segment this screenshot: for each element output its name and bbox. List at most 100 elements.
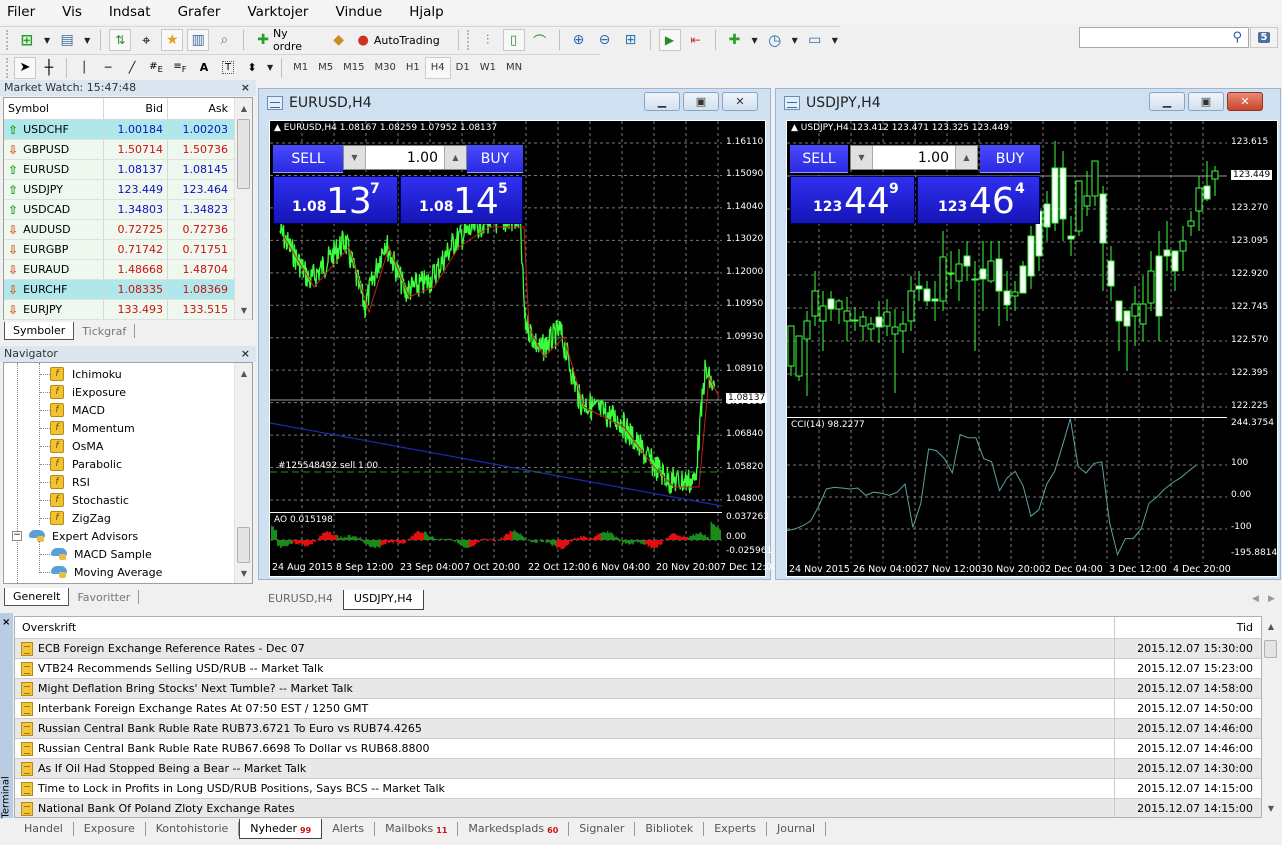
news-row[interactable]: Russian Central Bank Ruble Rate RUB67.66… <box>15 739 1261 759</box>
scroll-thumb[interactable] <box>237 527 250 563</box>
minimize-button[interactable]: ▁ <box>644 92 680 111</box>
column-bid[interactable]: Bid <box>104 98 168 119</box>
autotrading-button[interactable]: ● AutoTrading <box>354 29 444 51</box>
news-row[interactable]: As If Oil Had Stopped Being a Bear -- Ma… <box>15 759 1261 779</box>
market-watch-scrollbar[interactable]: ▲ ▼ <box>234 98 252 319</box>
market-watch-row[interactable]: ⇧ EURUSD 1.08137 1.08145 <box>4 160 252 180</box>
sell-button[interactable]: SELL <box>790 145 848 173</box>
chevron-down-icon[interactable]: ▼ <box>751 36 757 45</box>
chevron-down-icon[interactable]: ▼ <box>84 36 90 45</box>
news-scrollbar[interactable]: ▲ ▼ <box>1262 616 1280 818</box>
timeframe-d1[interactable]: D1 <box>451 57 475 79</box>
buy-button[interactable]: BUY <box>467 145 523 173</box>
navigator-scrollbar[interactable]: ▲ ▼ <box>234 363 252 583</box>
news-row[interactable]: ECB Foreign Exchange Reference Rates - D… <box>15 639 1261 659</box>
tab-symboler[interactable]: Symboler <box>4 322 75 340</box>
close-button[interactable]: ✕ <box>722 92 758 111</box>
trendline-button[interactable]: ╱ <box>121 57 143 79</box>
market-watch-row[interactable]: ⇩ EURCHF 1.08335 1.08369 <box>4 280 252 300</box>
tab-tickgraf[interactable]: Tickgraf <box>74 324 136 338</box>
chart-tab-eurusd[interactable]: EURUSD,H4 <box>258 590 343 608</box>
navigator-indicator-item[interactable]: f OsMA <box>50 437 103 455</box>
navigator-indicator-item[interactable]: f iExposure <box>50 383 126 401</box>
timeframe-w1[interactable]: W1 <box>475 57 501 79</box>
terminal-tab-exposure[interactable]: Exposure <box>74 822 146 836</box>
terminal-tab-journal[interactable]: Journal <box>767 822 827 836</box>
terminal-tab-alerts[interactable]: Alerts <box>322 822 376 836</box>
menu-indsat[interactable]: Indsat <box>108 4 152 20</box>
vertical-line-button[interactable]: │ <box>73 57 95 79</box>
scroll-down-icon[interactable]: ▼ <box>1262 804 1280 813</box>
periods-button[interactable]: ◷ <box>764 29 786 51</box>
terminal-tab-signaler[interactable]: Signaler <box>569 822 636 836</box>
news-row[interactable]: Time to Lock in Profits in Long USD/RUB … <box>15 779 1261 799</box>
zoom-out-button[interactable]: ⊖ <box>594 29 616 51</box>
buy-price-button[interactable]: 123 46 4 <box>917 176 1040 224</box>
tab-generelt[interactable]: Generelt <box>4 588 70 606</box>
market-watch-row[interactable]: ⇩ GBPUSD 1.50714 1.50736 <box>4 140 252 160</box>
timeframe-h1[interactable]: H1 <box>401 57 425 79</box>
toolbar-grip[interactable] <box>466 30 470 50</box>
maximize-button[interactable]: ▣ <box>683 92 719 111</box>
metaeditor-button[interactable]: ◆ <box>328 29 350 51</box>
new-order-button[interactable]: ✚ Ny ordre <box>252 27 323 53</box>
market-watch-button[interactable]: ⇅ <box>109 29 132 51</box>
buy-price-button[interactable]: 1.08 14 5 <box>400 176 523 224</box>
menu-grafer[interactable]: Grafer <box>177 4 222 20</box>
chevron-down-icon[interactable]: ▼ <box>267 63 273 72</box>
menu-vindue[interactable]: Vindue <box>335 4 384 20</box>
menu-hjalp[interactable]: Hjalp <box>408 4 445 20</box>
timeframe-m30[interactable]: M30 <box>370 57 401 79</box>
search-icon[interactable]: ⚲ <box>1232 30 1242 45</box>
order-label[interactable]: #125548492 sell 1.00 <box>278 461 378 471</box>
column-ask[interactable]: Ask <box>168 98 232 119</box>
line-chart-button[interactable]: ⌒ <box>529 29 551 51</box>
cursor-button[interactable]: ➤ <box>14 56 36 79</box>
close-icon[interactable]: × <box>241 80 250 96</box>
auto-scroll-button[interactable]: ▶ <box>658 29 681 51</box>
sell-button[interactable]: SELL <box>273 145 343 173</box>
strategy-tester-button[interactable]: ⌕ <box>213 29 235 51</box>
terminal-tab-experts[interactable]: Experts <box>704 822 768 836</box>
timeframe-m5[interactable]: M5 <box>313 57 338 79</box>
market-watch-row[interactable]: ⇩ EURGBP 0.71742 0.71751 <box>4 240 252 260</box>
horizontal-line-button[interactable]: ─ <box>97 57 119 79</box>
search-input[interactable]: ⚲ <box>1079 27 1249 48</box>
column-headline[interactable]: Overskrift <box>15 617 1116 638</box>
scroll-thumb[interactable] <box>1264 640 1277 658</box>
data-window-button[interactable]: ⌖ <box>135 29 157 51</box>
chevron-down-icon[interactable]: ▼ <box>792 36 798 45</box>
market-watch-row[interactable]: ⇧ USDCAD 1.34803 1.34823 <box>4 200 252 220</box>
candlestick-button[interactable]: ▯ <box>502 29 525 51</box>
navigator-button[interactable]: ★ <box>161 29 184 51</box>
zoom-in-button[interactable]: ⊕ <box>568 29 590 51</box>
news-scrollbar-track[interactable]: ▲ ▼ <box>1262 616 1280 818</box>
news-row[interactable]: Interbank Foreign Exchange Rates At 07:5… <box>15 699 1261 719</box>
toolbar-grip[interactable] <box>6 57 9 78</box>
bar-chart-button[interactable]: ⫶ <box>477 29 499 51</box>
crosshair-button[interactable]: ┼ <box>38 57 60 79</box>
lot-decrease-icon[interactable]: ▼ <box>344 146 366 169</box>
navigator-indicator-item[interactable]: f Parabolic <box>50 455 122 473</box>
scroll-tabs-left-icon[interactable]: ◀ <box>1252 594 1259 604</box>
sell-price-button[interactable]: 1.08 13 7 <box>273 176 398 224</box>
terminal-tab-handel[interactable]: Handel <box>14 822 74 836</box>
market-watch-row[interactable]: ⇧ USDCHF 1.00184 1.00203 <box>4 120 252 140</box>
arrows-button[interactable]: ⬍ <box>241 57 263 79</box>
scroll-down-icon[interactable]: ▼ <box>235 569 252 578</box>
market-watch-row[interactable]: ⇩ EURJPY 133.493 133.515 <box>4 300 252 320</box>
lot-increase-icon[interactable]: ▲ <box>444 146 466 169</box>
market-watch-row[interactable]: ⇩ EURAUD 1.48668 1.48704 <box>4 260 252 280</box>
price-axis[interactable]: 123.615 123.270 123.095 122.920 122.745 122.5… <box>1227 121 1279 415</box>
navigator-indicator-item[interactable]: f MACD <box>50 401 105 419</box>
terminal-button[interactable]: ▥ <box>187 29 210 51</box>
maximize-button[interactable]: ▣ <box>1188 92 1224 111</box>
menu-varktojer[interactable]: Varktojer <box>247 4 310 20</box>
timeframe-m1[interactable]: M1 <box>288 57 313 79</box>
scroll-tabs-right-icon[interactable]: ▶ <box>1268 594 1275 604</box>
chevron-down-icon[interactable]: ▼ <box>44 36 50 45</box>
news-row[interactable]: National Bank Of Poland Zloty Exchange R… <box>15 799 1261 817</box>
menu-vis[interactable]: Vis <box>61 4 83 20</box>
text-button[interactable]: A <box>193 57 215 79</box>
terminal-tab-bibliotek[interactable]: Bibliotek <box>635 822 705 836</box>
